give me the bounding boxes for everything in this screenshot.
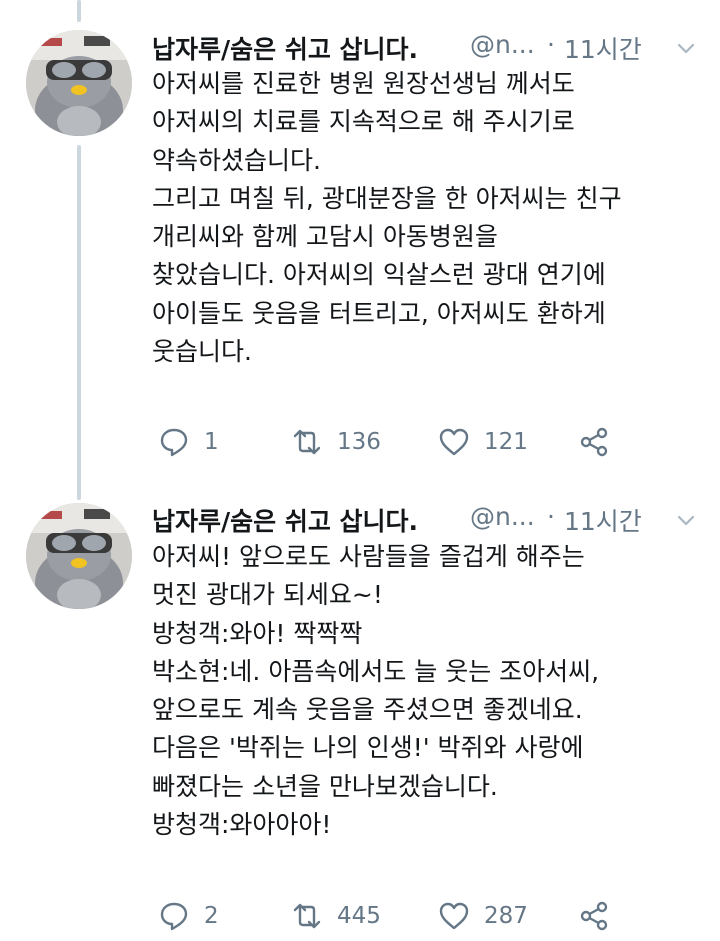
penguin-avatar-image — [26, 503, 132, 609]
share-button[interactable] — [578, 422, 610, 462]
tweet-header: 납자루/숨은 쉬고 삽니다. @n... · 11시간 — [152, 30, 720, 64]
user-handle[interactable]: @n... — [470, 502, 535, 531]
reply-count: 1 — [204, 429, 219, 455]
like-button[interactable]: 121 — [438, 422, 528, 462]
avatar[interactable] — [26, 30, 132, 136]
tweet-header: 납자루/숨은 쉬고 삽니다. @n... · 11시간 — [152, 502, 720, 536]
like-button[interactable]: 287 — [438, 896, 528, 936]
tweet-text-line: 찾았습니다. 아저씨의 익살스런 광대 연기에 — [152, 260, 606, 290]
tweet-text-line: 아저씨의 치료를 지속적으로 해 주시기로 — [152, 107, 575, 137]
tweet-text-line: 아저씨! 앞으로도 사람들을 즐겁게 해주는 — [152, 542, 585, 571]
reply-count: 2 — [204, 903, 219, 929]
timestamp[interactable]: 11시간 — [564, 502, 642, 538]
separator-dot: · — [547, 502, 555, 531]
tweet-text-line: 약속하셨습니다. — [152, 145, 321, 175]
separator-dot: · — [547, 30, 555, 59]
retweet-count: 136 — [337, 429, 381, 455]
tweet-text-line: 박소현:네. 아픔속에서도 늘 웃는 조아서씨, — [152, 656, 600, 686]
share-button[interactable] — [578, 896, 610, 936]
tweet-text-line: 개리씨와 함께 고담시 아동병원을 — [152, 222, 498, 252]
reply-button[interactable]: 1 — [158, 422, 219, 462]
user-handle[interactable]: @n... — [470, 30, 535, 59]
share-icon — [580, 427, 608, 457]
tweet-text-line: 아이들도 웃음을 터트리고, 아저씨도 환하게 — [152, 298, 606, 328]
like-count: 287 — [484, 903, 528, 929]
tweet-text: 아저씨를 진료한 병원 원장선생님 께서도 아저씨의 치료를 지속적으로 해 주… — [152, 65, 712, 371]
retweet-icon — [293, 903, 321, 929]
tweet-actions: 1 136 121 — [152, 422, 720, 462]
retweet-count: 445 — [337, 903, 381, 929]
penguin-avatar-image — [26, 30, 132, 136]
tweet-text-line: 방청객:와아아아! — [152, 810, 332, 840]
like-count: 121 — [484, 429, 528, 455]
display-name[interactable]: 납자루/숨은 쉬고 삽니다. — [152, 30, 418, 66]
heart-icon — [439, 428, 469, 456]
tweet-text-line: 앞으로도 계속 웃음을 주셨으면 좋겠네요. — [152, 695, 583, 725]
chevron-down-icon[interactable] — [674, 508, 698, 532]
tweet-text-line: 멋진 광대가 되세요~! — [152, 580, 383, 610]
avatar[interactable] — [26, 503, 132, 609]
retweet-button[interactable]: 445 — [291, 896, 381, 936]
reply-icon — [160, 428, 188, 457]
tweet[interactable]: 납자루/숨은 쉬고 삽니다. @n... · 11시간 아저씨! 앞으로도 사람… — [0, 475, 720, 941]
tweet-text-line: 아저씨를 진료한 병원 원장선생님 께서도 — [152, 69, 575, 98]
tweet[interactable]: 납자루/숨은 쉬고 삽니다. @n... · 11시간 아저씨를 진료한 병원 … — [0, 0, 720, 475]
tweet-actions: 2 445 287 — [152, 896, 720, 936]
tweet-text-line: 그리고 며칠 뒤, 광대분장을 한 아저씨는 친구 — [152, 183, 622, 213]
share-icon — [580, 901, 608, 931]
retweet-button[interactable]: 136 — [291, 422, 381, 462]
heart-icon — [439, 902, 469, 930]
chevron-down-icon[interactable] — [674, 36, 698, 60]
tweet-text-line: 웃습니다. — [152, 337, 252, 367]
timestamp[interactable]: 11시간 — [564, 30, 642, 66]
tweet-text-line: 방청객:와아! 짝짝짝 — [152, 618, 363, 648]
reply-icon — [160, 902, 188, 931]
tweet-text-line: 빠졌다는 소년을 만나보겠습니다. — [152, 771, 498, 801]
reply-button[interactable]: 2 — [158, 896, 219, 936]
retweet-icon — [293, 429, 321, 455]
tweet-text: 아저씨! 앞으로도 사람들을 즐겁게 해주는 멋진 광대가 되세요~! 방청객:… — [152, 538, 712, 844]
tweet-text-line: 다음은 '박쥐는 나의 인생!' 박쥐와 사랑에 — [152, 733, 584, 763]
display-name[interactable]: 납자루/숨은 쉬고 삽니다. — [152, 502, 418, 538]
